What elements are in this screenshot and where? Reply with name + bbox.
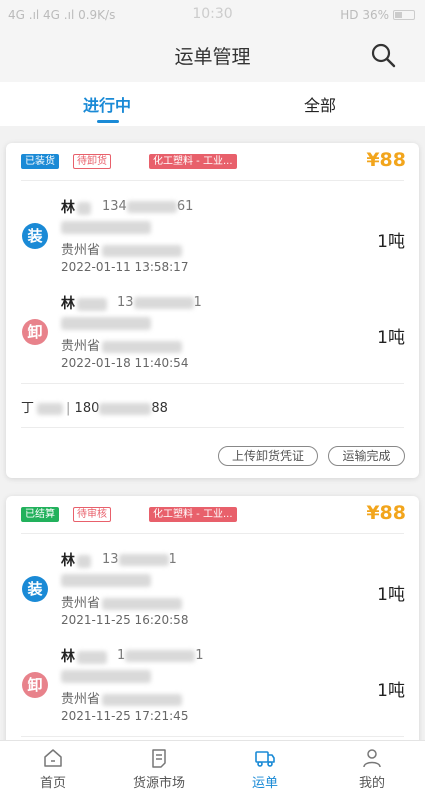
- load-time: 2021-11-25 16:20:58: [61, 613, 189, 627]
- search-icon[interactable]: [370, 42, 396, 68]
- bottom-nav: 首页 货源市场 运单 我的: [0, 740, 425, 800]
- divider: [21, 427, 404, 428]
- complete-transport-button[interactable]: 运输完成: [328, 446, 405, 466]
- unload-weight: 1吨: [377, 681, 405, 701]
- shipper-name: 林: [61, 550, 91, 570]
- tab-all[interactable]: 全部: [290, 92, 350, 116]
- nav-home-label: 首页: [39, 776, 66, 791]
- unload-icon: 卸: [22, 672, 48, 698]
- unload-address: [61, 316, 151, 331]
- nav-home[interactable]: 首页: [3, 747, 103, 791]
- shipper-name: 林: [61, 197, 91, 217]
- status-badge-pending-unload: 待卸货: [73, 154, 111, 169]
- status-indicators: HD 36%: [340, 8, 389, 22]
- load-time: 2022-01-11 13:58:17: [61, 260, 189, 274]
- unload-city: 贵州省: [61, 335, 183, 354]
- shipper-phone: 134 61: [102, 199, 194, 214]
- unload-time: 2021-11-25 17:21:45: [61, 709, 189, 723]
- person-icon: [363, 749, 381, 768]
- tab-bar: 进行中 全部: [0, 82, 425, 126]
- order-card[interactable]: 已结算 待审核 化工塑料 - 工业... ¥88 装 林 13 1 贵州省 202…: [6, 496, 419, 756]
- nav-cargo-market-label: 货源市场: [132, 776, 185, 791]
- status-badge-loaded: 已装货: [21, 154, 59, 169]
- unload-time: 2022-01-18 11:40:54: [61, 356, 189, 370]
- truck-icon: [255, 751, 275, 767]
- status-badge-settled: 已结算: [21, 507, 59, 522]
- load-weight: 1吨: [377, 585, 405, 605]
- battery-icon: [393, 10, 415, 20]
- nav-waybill-label: 运单: [251, 776, 278, 791]
- divider: [21, 180, 404, 181]
- upload-unload-proof-button[interactable]: 上传卸货凭证: [218, 446, 318, 466]
- order-price: ¥88: [366, 502, 406, 524]
- page-title: 运单管理: [174, 46, 251, 68]
- home-icon: [44, 749, 62, 767]
- consignee-name: 林: [61, 293, 107, 313]
- load-weight: 1吨: [377, 232, 405, 252]
- divider: [21, 533, 404, 534]
- load-city: 贵州省: [61, 239, 183, 258]
- consignee-name: 林: [61, 646, 107, 666]
- document-icon: [152, 749, 166, 768]
- order-card[interactable]: 已装货 待卸货 化工塑料 - 工业... ¥88 装 林 134 61 贵州省 2…: [6, 143, 419, 478]
- navbar: 运单管理: [0, 30, 425, 82]
- cargo-type-badge: 化工塑料 - 工业...: [149, 154, 237, 169]
- tab-in-progress[interactable]: 进行中: [72, 92, 142, 116]
- load-icon: 装: [22, 576, 48, 602]
- status-bar: 4G .ıl 4G .ıl 0.9K/s 10:30 HD 36%: [0, 0, 425, 30]
- nav-waybill[interactable]: 运单: [215, 747, 315, 791]
- tab-active-indicator: [97, 120, 119, 123]
- load-address: [61, 573, 151, 588]
- divider: [21, 736, 404, 737]
- consignee-phone: 13 1: [117, 295, 202, 310]
- shipper-phone: 13 1: [102, 552, 177, 567]
- nav-cargo-market[interactable]: 货源市场: [109, 747, 209, 791]
- order-price: ¥88: [366, 149, 406, 171]
- nav-mine[interactable]: 我的: [322, 747, 422, 791]
- load-address: [61, 220, 151, 235]
- unload-address: [61, 669, 151, 684]
- status-badge-pending-review: 待审核: [73, 507, 111, 522]
- nav-mine-label: 我的: [358, 776, 385, 791]
- driver-info: 丁 | 180 88: [21, 401, 168, 416]
- unload-icon: 卸: [22, 319, 48, 345]
- status-right: HD 36%: [340, 8, 415, 22]
- unload-city: 贵州省: [61, 688, 183, 707]
- consignee-phone: 11: [117, 648, 204, 663]
- divider: [21, 383, 404, 384]
- load-icon: 装: [22, 223, 48, 249]
- cargo-type-badge: 化工塑料 - 工业...: [149, 507, 237, 522]
- load-city: 贵州省: [61, 592, 183, 611]
- unload-weight: 1吨: [377, 328, 405, 348]
